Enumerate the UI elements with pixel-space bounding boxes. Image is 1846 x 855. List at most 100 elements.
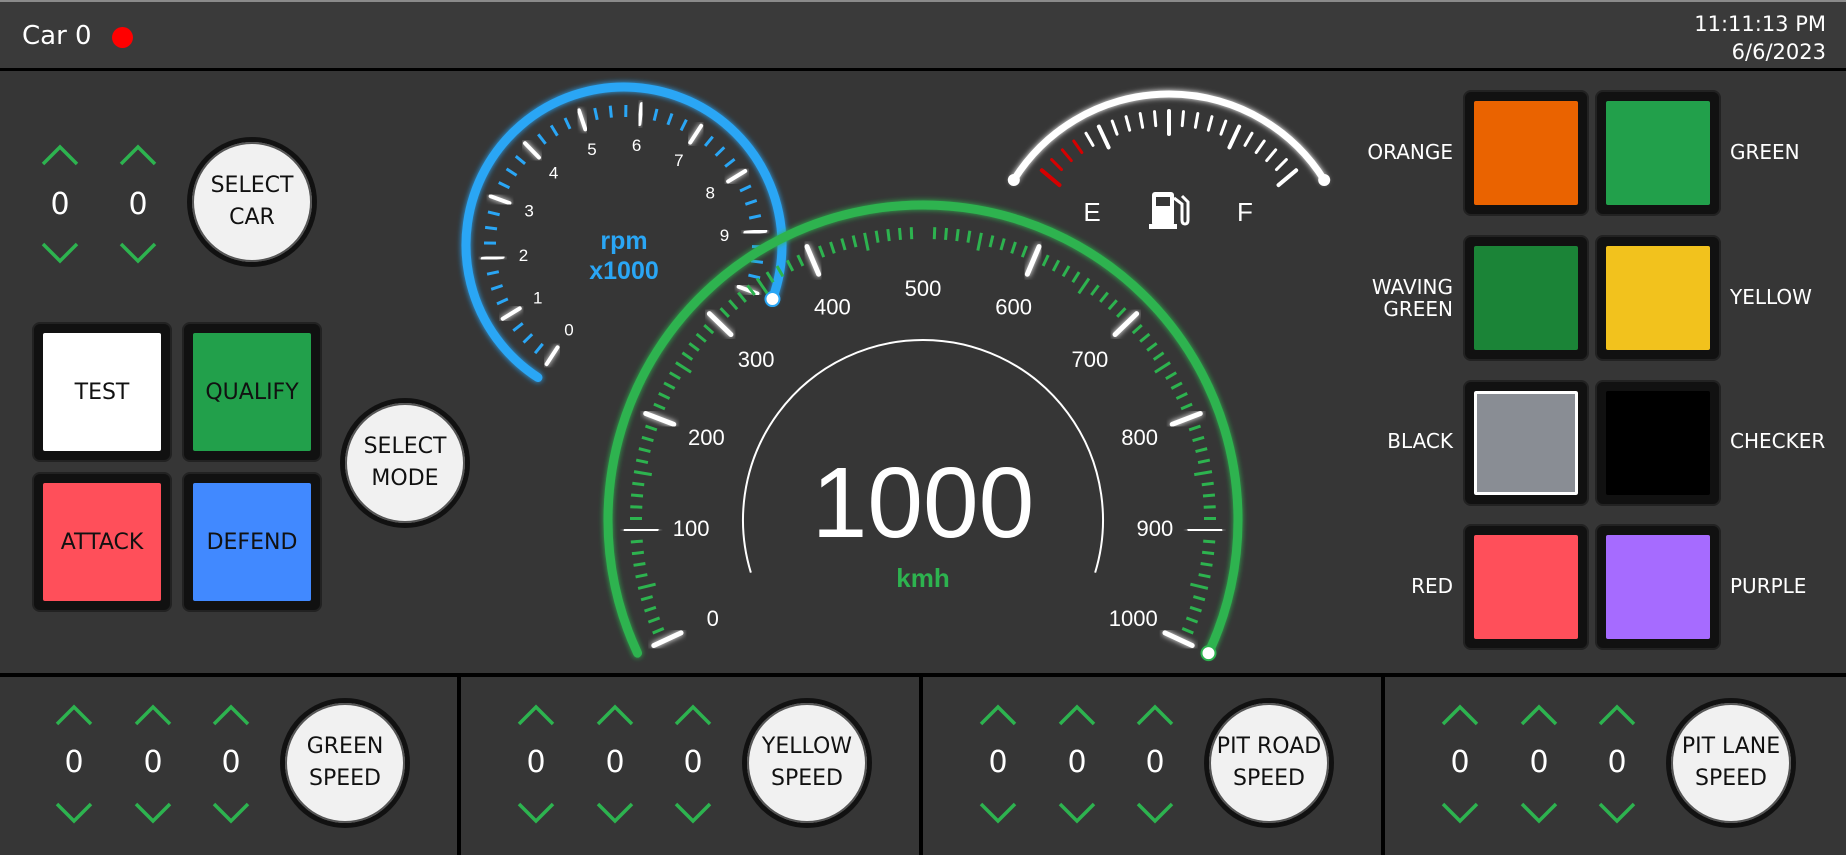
speed-minor-tick (840, 238, 847, 251)
speed-minor-tick (647, 616, 661, 624)
flag-purple-button[interactable] (1595, 524, 1721, 650)
pit-road-speed-button[interactable]: PIT ROAD SPEED (1204, 698, 1334, 828)
pit-road-speed-digit-2-down-icon[interactable] (1057, 800, 1097, 826)
speed-minor-tick (796, 254, 805, 267)
speed-minor-tick (1203, 505, 1216, 509)
speed-tick-label: 800 (1121, 425, 1158, 450)
flag-orange-button[interactable] (1463, 90, 1589, 216)
rpm-minor-tick (744, 199, 758, 206)
fuel-tick (1124, 115, 1132, 132)
rpm-tick-label: 5 (587, 140, 596, 159)
rpm-major-tick (480, 254, 505, 261)
pit-lane-speed-digit-2-up-icon[interactable] (1519, 702, 1559, 728)
flag-waving-green-button[interactable] (1463, 235, 1589, 361)
speed-minor-tick (1071, 271, 1081, 284)
speed-major-tick (1024, 244, 1042, 277)
speed-minor-tick (644, 424, 658, 432)
speed-major-tick (623, 526, 659, 533)
flag-black-label: BLACK (1387, 429, 1453, 453)
rpm-label: rpm (600, 227, 647, 255)
fuel-tick (1138, 112, 1145, 129)
pit-lane-speed-digit-3-up-icon[interactable] (1597, 702, 1637, 728)
rpm-minor-tick (505, 167, 518, 177)
speed-minor-tick (669, 371, 681, 380)
speed-minor-tick (1195, 447, 1208, 453)
speed-minor-tick (1170, 381, 1183, 390)
speed-minor-tick (863, 232, 870, 251)
pit-lane-speed-digit-2-down-icon[interactable] (1519, 800, 1559, 826)
speed-minor-tick (637, 582, 656, 590)
speed-minor-tick (765, 271, 775, 284)
green-speed-digit-3-up-icon[interactable] (211, 702, 251, 728)
pit-lane-speed-digit-1-down-icon[interactable] (1440, 800, 1480, 826)
speed-minor-tick (658, 392, 671, 400)
speed-minor-tick (1193, 470, 1213, 477)
green-speed-digit-3-down-icon[interactable] (211, 800, 251, 826)
speed-minor-tick (898, 227, 902, 241)
flag-purple-label: PURPLE (1730, 574, 1807, 598)
rpm-minor-tick (608, 105, 613, 118)
yellow-speed-digit-1-up-icon[interactable] (516, 702, 556, 728)
pit-lane-speed-digit-3-down-icon[interactable] (1597, 800, 1637, 826)
yellow-speed-digit-3-down-icon[interactable] (673, 800, 713, 826)
pit-road-speed-digit-3-down-icon[interactable] (1135, 800, 1175, 826)
yellow-speed-button[interactable]: YELLOW SPEED (742, 698, 872, 828)
fuel-tick (1254, 139, 1266, 154)
green-speed-digit-2-down-icon[interactable] (133, 800, 173, 826)
yellow-speed-digit-3: 0 (683, 745, 703, 780)
flag-checker-button[interactable] (1595, 380, 1721, 506)
fuel-pump-icon (1149, 192, 1190, 229)
fuel-tick (1193, 112, 1200, 129)
flag-yellow-button[interactable] (1595, 235, 1721, 361)
yellow-speed-digit-3-up-icon[interactable] (673, 702, 713, 728)
green-speed-digit-1-down-icon[interactable] (54, 800, 94, 826)
speed-minor-tick (818, 245, 826, 258)
pit-lane-speed-button[interactable]: PIT LANE SPEED (1666, 698, 1796, 828)
speed-major-tick (1162, 630, 1195, 649)
yellow-speed-label-1: YELLOW (761, 734, 853, 759)
speed-minor-tick (653, 402, 666, 411)
pit-road-speed-digit-2-up-icon[interactable] (1057, 702, 1097, 728)
speed-minor-tick (630, 505, 643, 509)
speed-minor-tick (640, 595, 654, 602)
green-speed-button[interactable]: GREEN SPEED (280, 698, 410, 828)
fuel-tick (1243, 131, 1254, 147)
flag-red-swatch (1474, 535, 1578, 639)
speed-unit: kmh (896, 563, 949, 593)
fuel-tick (1219, 119, 1228, 136)
speed-minor-tick (1200, 561, 1213, 567)
speed-minor-tick (1010, 241, 1017, 254)
yellow-speed-digit-2-up-icon[interactable] (595, 702, 635, 728)
yellow-speed-panel: 0 0 0 YELLOW SPEED (462, 677, 919, 855)
pit-road-speed-digit-1-up-icon[interactable] (978, 702, 1018, 728)
rpm-major-tick (743, 228, 768, 235)
rpm-minor-tick (563, 117, 572, 130)
flag-green-button[interactable] (1595, 90, 1721, 216)
rpm-major-tick (688, 123, 704, 145)
pit-road-speed-label-1: PIT ROAD (1216, 734, 1322, 759)
pit-road-speed-digit-3-up-icon[interactable] (1135, 702, 1175, 728)
rpm-needle-dot (764, 291, 781, 308)
speed-major-tick (1169, 411, 1203, 427)
yellow-speed-digit-2-down-icon[interactable] (595, 800, 635, 826)
speed-needle-dot (1200, 645, 1217, 662)
speed-minor-tick (630, 493, 644, 498)
rpm-minor-tick (652, 108, 659, 121)
speed-tick-label: 100 (673, 516, 710, 541)
rpm-tick-label: 0 (564, 321, 573, 340)
speed-minor-tick (1188, 424, 1202, 432)
green-speed-digit-2-up-icon[interactable] (133, 702, 173, 728)
flag-checker-label: CHECKER (1730, 429, 1826, 453)
speed-minor-tick (635, 458, 649, 465)
pit-road-speed-digit-1-down-icon[interactable] (978, 800, 1018, 826)
fuel-tick (1039, 168, 1062, 188)
pit-road-speed-panel: 0 0 0 PIT ROAD SPEED (924, 677, 1381, 855)
green-speed-digit-1-up-icon[interactable] (54, 702, 94, 728)
flag-red-button[interactable] (1463, 524, 1589, 650)
yellow-speed-digit-1-down-icon[interactable] (516, 800, 556, 826)
speed-minor-tick (1175, 392, 1188, 400)
pit-lane-speed-digit-1-up-icon[interactable] (1440, 702, 1480, 728)
speed-minor-tick (1131, 323, 1143, 335)
speed-minor-tick (1185, 616, 1199, 624)
flag-black-button[interactable] (1463, 380, 1589, 506)
